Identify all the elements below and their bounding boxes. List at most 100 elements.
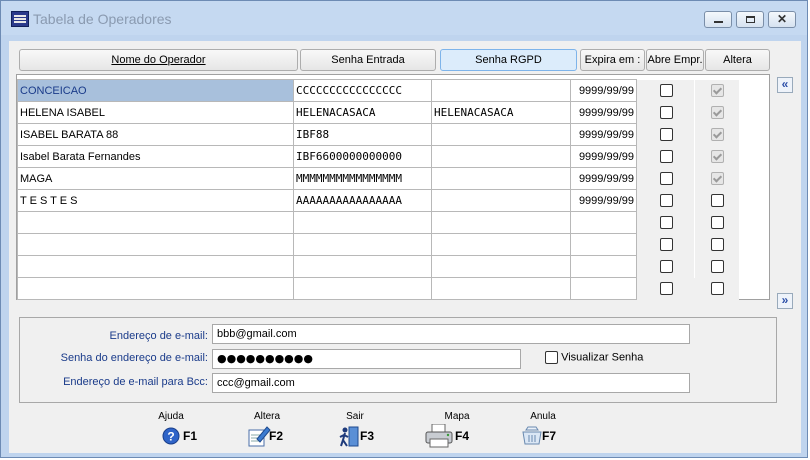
entry-password-cell[interactable] xyxy=(293,233,432,256)
operator-name-cell[interactable] xyxy=(17,211,294,234)
rgpd-password-cell[interactable] xyxy=(431,167,571,190)
rgpd-password-cell[interactable]: HELENACASACA xyxy=(431,101,571,124)
change-password-cell xyxy=(694,145,739,168)
rgpd-password-cell[interactable] xyxy=(431,145,571,168)
header-entry-password[interactable]: Senha Entrada xyxy=(300,49,436,71)
header-change-password[interactable]: Altera Senha xyxy=(705,49,770,86)
help-icon: ? xyxy=(161,424,183,446)
edit-icon xyxy=(247,424,271,447)
expires-cell[interactable]: 9999/99/99 xyxy=(570,189,637,212)
change-password-cell xyxy=(694,189,739,212)
edit-button[interactable]: Altera F2 xyxy=(241,411,301,451)
operator-name-cell[interactable]: CONCEICAO xyxy=(17,79,294,102)
table-row[interactable] xyxy=(17,233,739,256)
table-row[interactable] xyxy=(17,211,739,234)
rgpd-password-cell[interactable] xyxy=(431,277,571,300)
email-address-input[interactable]: bbb@gmail.com xyxy=(212,324,690,344)
cancel-caption: Anula xyxy=(530,411,556,422)
expires-cell[interactable]: 9999/99/99 xyxy=(570,123,637,146)
rgpd-password-cell[interactable] xyxy=(431,233,571,256)
header-rgpd-password-label: Senha RGPD xyxy=(475,54,542,66)
show-password-option[interactable]: Visualizar Senha xyxy=(545,351,643,364)
entry-password-cell[interactable]: IBF88 xyxy=(293,123,432,146)
table-row[interactable]: CONCEICAO CCCCCCCCCCCCCCCC 9999/99/99 xyxy=(17,79,739,102)
header-operator-name[interactable]: Nome do Operador xyxy=(19,49,298,71)
change-password-checkbox[interactable] xyxy=(711,238,724,251)
open-company-cell xyxy=(636,233,695,256)
open-company-checkbox[interactable] xyxy=(660,216,673,229)
operator-name-cell[interactable]: HELENA ISABEL xyxy=(17,101,294,124)
operator-name-cell[interactable] xyxy=(17,255,294,278)
open-company-cell xyxy=(636,123,695,146)
scroll-down-icon: » xyxy=(781,293,789,307)
operator-name-cell[interactable]: ISABEL BARATA 88 xyxy=(17,123,294,146)
change-password-checkbox[interactable] xyxy=(711,216,724,229)
operator-name-cell[interactable]: T E S T E S xyxy=(17,189,294,212)
open-company-checkbox[interactable] xyxy=(660,172,673,185)
open-company-checkbox[interactable] xyxy=(660,260,673,273)
header-rgpd-password[interactable]: Senha RGPD xyxy=(440,49,577,71)
rgpd-password-cell[interactable] xyxy=(431,189,571,212)
entry-password-cell[interactable]: HELENACASACA xyxy=(293,101,432,124)
table-row[interactable]: Isabel Barata Fernandes IBF6600000000000 9… xyxy=(17,145,739,168)
header-expires[interactable]: Expira em : xyxy=(580,49,645,71)
expires-cell[interactable]: 9999/99/99 xyxy=(570,167,637,190)
expires-cell[interactable]: 9999/99/99 xyxy=(570,79,637,102)
show-password-checkbox[interactable] xyxy=(545,351,558,364)
operator-name-cell[interactable] xyxy=(17,233,294,256)
open-company-cell xyxy=(636,189,695,212)
restore-button[interactable] xyxy=(736,11,764,28)
entry-password-cell[interactable] xyxy=(293,277,432,300)
table-row[interactable]: ISABEL BARATA 88 IBF88 9999/99/99 xyxy=(17,123,739,146)
map-button[interactable]: Mapa F4 xyxy=(423,411,483,451)
open-company-checkbox[interactable] xyxy=(660,84,673,97)
expires-cell[interactable] xyxy=(570,211,637,234)
rgpd-password-cell[interactable] xyxy=(431,123,571,146)
help-button[interactable]: Ajuda ? F1 xyxy=(155,411,215,451)
bcc-email-label: Endereço de e-mail para Bcc: xyxy=(63,376,208,388)
bcc-email-input[interactable]: ccc@gmail.com xyxy=(212,373,690,393)
operator-name-cell[interactable]: Isabel Barata Fernandes xyxy=(17,145,294,168)
minimize-button[interactable] xyxy=(704,11,732,28)
entry-password-cell[interactable]: CCCCCCCCCCCCCCCC xyxy=(293,79,432,102)
exit-button[interactable]: Sair F3 xyxy=(332,411,392,451)
open-company-checkbox[interactable] xyxy=(660,128,673,141)
expires-cell[interactable]: 9999/99/99 xyxy=(570,101,637,124)
expires-cell[interactable]: 9999/99/99 xyxy=(570,145,637,168)
operators-window: Tabela de Operadores ✕ Nome do Operador … xyxy=(0,0,808,458)
cancel-button[interactable]: Anula F7 xyxy=(514,411,574,451)
change-password-checkbox[interactable] xyxy=(711,194,724,207)
table-row[interactable] xyxy=(17,255,739,278)
operator-name-cell[interactable]: MAGA xyxy=(17,167,294,190)
entry-password-cell[interactable]: IBF6600000000000 xyxy=(293,145,432,168)
rgpd-password-cell[interactable] xyxy=(431,255,571,278)
open-company-checkbox[interactable] xyxy=(660,238,673,251)
scroll-down-button[interactable]: » xyxy=(777,293,793,309)
header-open-company[interactable]: Abre Empr. xyxy=(646,49,704,71)
expires-cell[interactable] xyxy=(570,277,637,300)
table-row[interactable]: MAGA MMMMMMMMMMMMMMMM 9999/99/99 xyxy=(17,167,739,190)
entry-password-cell[interactable]: AAAAAAAAAAAAAAAA xyxy=(293,189,432,212)
rgpd-password-cell[interactable] xyxy=(431,211,571,234)
expires-cell[interactable] xyxy=(570,255,637,278)
email-password-input[interactable]: ●●●●●●●●●● xyxy=(212,349,521,369)
open-company-checkbox[interactable] xyxy=(660,150,673,163)
help-caption: Ajuda xyxy=(158,411,184,422)
close-button[interactable]: ✕ xyxy=(768,11,796,28)
expires-cell[interactable] xyxy=(570,233,637,256)
change-password-checkbox[interactable] xyxy=(711,282,724,295)
operator-name-cell[interactable] xyxy=(17,277,294,300)
open-company-checkbox[interactable] xyxy=(660,194,673,207)
change-password-checkbox[interactable] xyxy=(711,260,724,273)
table-row[interactable]: HELENA ISABEL HELENACASACA HELENACASACA 999… xyxy=(17,101,739,124)
open-company-checkbox[interactable] xyxy=(660,106,673,119)
entry-password-cell[interactable] xyxy=(293,255,432,278)
open-company-checkbox[interactable] xyxy=(660,282,674,295)
rgpd-password-cell[interactable] xyxy=(431,79,571,102)
operators-grid: CONCEICAO CCCCCCCCCCCCCCCC 9999/99/99 HELEN… xyxy=(17,79,739,300)
table-row[interactable]: T E S T E S AAAAAAAAAAAAAAAA 9999/99/99 xyxy=(17,189,739,212)
table-row[interactable] xyxy=(17,277,739,300)
scroll-up-button[interactable]: « xyxy=(777,77,793,93)
entry-password-cell[interactable] xyxy=(293,211,432,234)
entry-password-cell[interactable]: MMMMMMMMMMMMMMMM xyxy=(293,167,432,190)
